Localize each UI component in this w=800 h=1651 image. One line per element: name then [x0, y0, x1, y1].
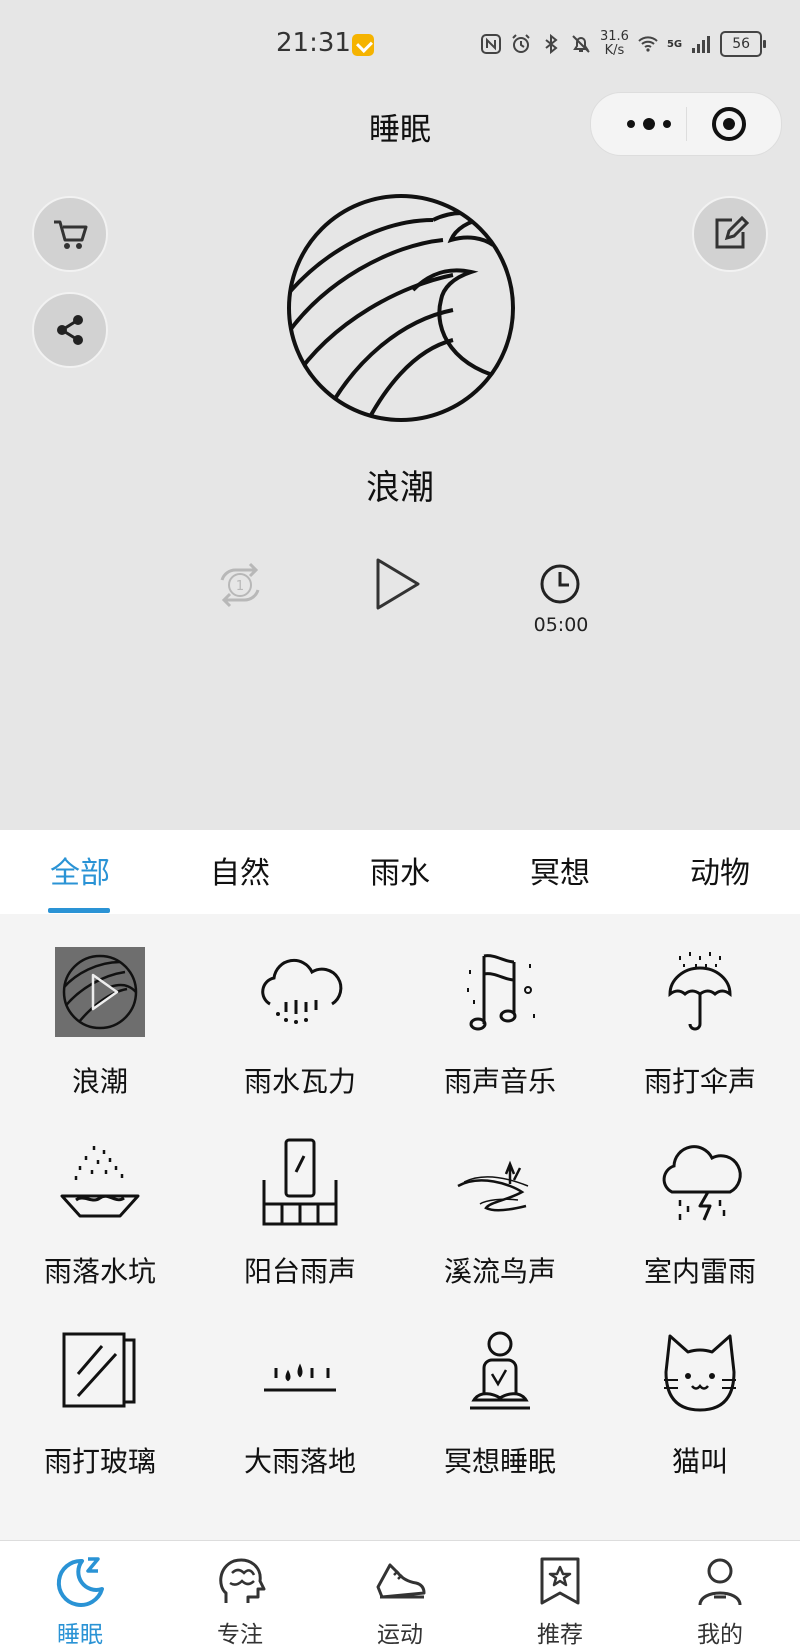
cat-icon [664, 1334, 736, 1412]
wave-icon [62, 954, 138, 1030]
network-speed: 31.6 K/s [600, 30, 629, 58]
repeat-badge: 1 [236, 579, 244, 594]
wave-illustration-icon [287, 194, 515, 422]
current-sound-title: 浪潮 [366, 468, 434, 508]
thunder-cloud-icon [662, 1145, 742, 1221]
more-icon[interactable] [619, 111, 679, 137]
capsule-divider [686, 107, 687, 141]
timer-clock-icon[interactable] [538, 562, 582, 606]
nfc-icon [481, 34, 501, 54]
share-icon [57, 315, 83, 345]
stream-icon [457, 1160, 529, 1212]
meditation-icon [470, 1331, 530, 1410]
cart-icon [54, 220, 88, 249]
star-bookmark-icon [540, 1557, 580, 1605]
status-icons: 31.6 K/s 5G 56 [480, 30, 767, 58]
selected-thumbnail [55, 947, 145, 1037]
sound-label: 冥想睡眠 [443, 1445, 556, 1478]
heavy-rain-icon [264, 1363, 336, 1392]
edit-button[interactable] [692, 196, 768, 272]
user-icon [698, 1558, 742, 1606]
close-target-icon[interactable] [711, 106, 747, 142]
battery-indicator: 56 [720, 31, 767, 57]
category-tabs: 全部 自然 雨水 冥想 动物 [0, 830, 800, 914]
nav-item-mine[interactable]: 我的 [640, 1541, 800, 1651]
nav-item-exercise[interactable]: 运动 [320, 1541, 480, 1651]
play-icon[interactable] [372, 556, 424, 612]
nav-label: 我的 [697, 1622, 743, 1648]
sound-label: 阳台雨声 [243, 1255, 356, 1288]
rain-cloud-icon [261, 958, 343, 1024]
nav-label: 专注 [217, 1622, 263, 1648]
edit-icon [715, 215, 750, 249]
alarm-icon [512, 34, 530, 53]
sound-item-stream-birds[interactable]: 溪流鸟声 [400, 1104, 600, 1294]
wifi-icon [638, 36, 658, 52]
sound-label: 雨声音乐 [443, 1065, 556, 1098]
bottom-navigation: 睡眠 专注 运动 推荐 我的 [0, 1540, 800, 1651]
sound-label: 猫叫 [671, 1445, 728, 1478]
glass-window-icon [62, 1332, 136, 1408]
tab-meditation[interactable]: 冥想 [480, 848, 640, 892]
tab-nature[interactable]: 自然 [160, 848, 320, 892]
tab-rain[interactable]: 雨水 [320, 848, 480, 892]
nav-label: 运动 [377, 1622, 423, 1648]
share-button[interactable] [32, 292, 108, 368]
puddle-icon [60, 1146, 140, 1218]
sound-label: 大雨落地 [243, 1445, 356, 1478]
sound-label: 雨打伞声 [643, 1065, 756, 1098]
nav-item-sleep[interactable]: 睡眠 [0, 1541, 160, 1651]
repeat-once-icon[interactable]: 1 [212, 560, 268, 610]
sound-label: 室内雷雨 [643, 1255, 756, 1288]
sound-item-cat[interactable]: 猫叫 [600, 1294, 800, 1484]
sound-item-balcony[interactable]: 阳台雨声 [200, 1104, 400, 1294]
status-bar: 21:31 31.6 K/s 5G 56 [0, 0, 800, 90]
sound-item-rain-music[interactable]: 雨声音乐 [400, 914, 600, 1104]
sound-item-heavy-rain[interactable]: 大雨落地 [200, 1294, 400, 1484]
brain-icon [219, 1558, 266, 1603]
speed-unit: K/s [604, 43, 625, 58]
mini-program-capsule [590, 92, 782, 156]
sound-item-meditation-sleep[interactable]: 冥想睡眠 [400, 1294, 600, 1484]
vpn-icon [352, 34, 374, 56]
sound-grid: 浪潮 雨水瓦力 雨声音乐 雨打伞声 雨落水坑 阳台雨声 溪流鸟声 室内雷雨 雨打… [0, 914, 800, 1540]
sound-item-indoor-thunder[interactable]: 室内雷雨 [600, 1104, 800, 1294]
tab-all[interactable]: 全部 [0, 848, 160, 892]
music-flag-icon [467, 954, 535, 1031]
nav-label: 睡眠 [57, 1622, 103, 1648]
speed-value: 31.6 [600, 29, 629, 44]
sound-label: 雨落水坑 [43, 1255, 156, 1288]
sound-label: 雨打玻璃 [43, 1445, 156, 1478]
nav-label: 推荐 [537, 1622, 583, 1648]
nav-item-focus[interactable]: 专注 [160, 1541, 320, 1651]
active-tab-indicator [48, 908, 110, 913]
sound-label: 雨水瓦力 [243, 1065, 356, 1098]
tab-animals[interactable]: 动物 [640, 848, 800, 892]
sound-label: 溪流鸟声 [443, 1255, 556, 1288]
moon-icon [56, 1557, 104, 1607]
timer-value: 05:00 [533, 614, 589, 636]
sound-item-puddle[interactable]: 雨落水坑 [0, 1104, 200, 1294]
sound-item-waves[interactable]: 浪潮 [0, 914, 200, 1104]
cart-button[interactable] [32, 196, 108, 272]
umbrella-icon [668, 952, 732, 1031]
signal-label: 5G [666, 38, 683, 50]
sound-item-glass-rain[interactable]: 雨打玻璃 [0, 1294, 200, 1484]
sound-label: 浪潮 [71, 1065, 128, 1098]
sound-item-umbrella[interactable]: 雨打伞声 [600, 914, 800, 1104]
mute-bell-icon [572, 35, 590, 53]
signal-icon [692, 36, 711, 53]
nav-item-recommend[interactable]: 推荐 [480, 1541, 640, 1651]
status-time: 21:31 [276, 28, 351, 58]
bluetooth-icon [545, 33, 558, 55]
sound-item-rain-wally[interactable]: 雨水瓦力 [200, 914, 400, 1104]
sneaker-icon [376, 1563, 426, 1599]
balcony-icon [262, 1138, 338, 1226]
